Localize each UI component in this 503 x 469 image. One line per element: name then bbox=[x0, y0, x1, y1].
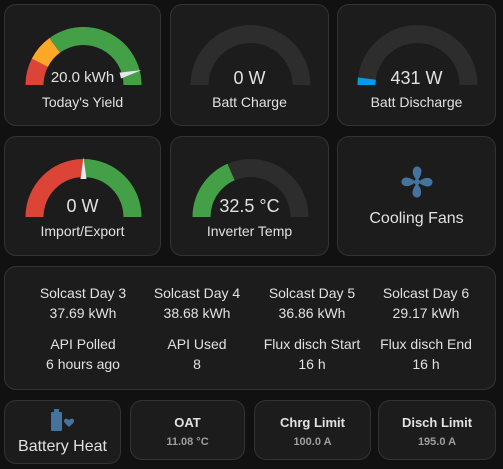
fan-icon bbox=[401, 166, 433, 198]
battery-heat-label: Battery Heat bbox=[18, 438, 107, 455]
batt-discharge-value: 431 W bbox=[390, 68, 443, 88]
stat-title: Solcast Day 3 bbox=[39, 285, 127, 301]
chip-oat[interactable]: OAT 11.08 °C bbox=[130, 400, 245, 460]
gauge-card-batt-discharge[interactable]: 431 W Batt Discharge bbox=[337, 4, 496, 126]
stat-value: 37.69 kWh bbox=[49, 305, 117, 321]
stat-value: 36.86 kWh bbox=[278, 305, 346, 321]
gauge-card-inverter-temp[interactable]: 32.5 °C Inverter Temp bbox=[170, 136, 329, 256]
chip-oat-title: OAT bbox=[174, 415, 201, 430]
chip-chrg-limit-title: Chrg Limit bbox=[280, 415, 345, 430]
stat-title: API Polled bbox=[50, 336, 116, 352]
import-export-label: Import/Export bbox=[40, 223, 125, 239]
chip-chrg-limit[interactable]: Chrg Limit 100.0 A bbox=[254, 400, 371, 460]
chip-disch-limit-title: Disch Limit bbox=[401, 415, 473, 430]
stat-value: 16 h bbox=[298, 356, 326, 372]
stat-value: 29.17 kWh bbox=[392, 305, 460, 321]
stat-value: 16 h bbox=[412, 356, 440, 372]
stat-title: Solcast Day 4 bbox=[153, 285, 241, 301]
chip-chrg-limit-value: 100.0 A bbox=[293, 436, 332, 448]
stat-flux-disch-start: Flux disch Start 16 h bbox=[253, 334, 371, 374]
gauge-card-import-export[interactable]: 0 W Import/Export bbox=[4, 136, 161, 256]
stat-title: Solcast Day 6 bbox=[382, 285, 470, 301]
batt-discharge-label: Batt Discharge bbox=[370, 94, 463, 110]
chip-disch-limit[interactable]: Disch Limit 195.0 A bbox=[378, 400, 496, 460]
stats-card: Solcast Day 3 37.69 kWh Solcast Day 4 38… bbox=[4, 266, 496, 390]
gauge-card-todays-yield[interactable]: 20.0 kWh Today's Yield bbox=[4, 4, 161, 126]
gauge-card-batt-charge[interactable]: 0 W Batt Charge bbox=[170, 4, 329, 126]
yield-value: 20.0 kWh bbox=[50, 69, 115, 86]
stat-value: 38.68 kWh bbox=[163, 305, 231, 321]
stat-solcast-day-6: Solcast Day 6 29.17 kWh bbox=[367, 283, 485, 323]
chip-oat-value: 11.08 °C bbox=[166, 436, 209, 448]
stat-title: Flux disch End bbox=[380, 336, 472, 352]
stat-flux-disch-end: Flux disch End 16 h bbox=[367, 334, 485, 374]
yield-label: Today's Yield bbox=[41, 94, 124, 110]
stat-solcast-day-3: Solcast Day 3 37.69 kWh bbox=[24, 283, 142, 323]
cooling-fans-label: Cooling Fans bbox=[369, 210, 464, 227]
stat-value: 8 bbox=[193, 356, 201, 372]
battery-heart-icon bbox=[51, 409, 74, 431]
stat-title: API Used bbox=[167, 336, 227, 352]
import-export-value: 0 W bbox=[66, 196, 99, 216]
stat-title: Solcast Day 5 bbox=[268, 285, 356, 301]
batt-charge-label: Batt Charge bbox=[212, 94, 287, 110]
stat-api-polled: API Polled 6 hours ago bbox=[24, 334, 142, 374]
stat-value: 6 hours ago bbox=[46, 356, 120, 372]
battery-heat-button[interactable]: Battery Heat bbox=[4, 400, 121, 464]
chip-disch-limit-value: 195.0 A bbox=[417, 436, 457, 448]
stat-solcast-day-4: Solcast Day 4 38.68 kWh bbox=[138, 283, 256, 323]
stat-api-used: API Used 8 bbox=[138, 334, 256, 374]
inverter-temp-value: 32.5 °C bbox=[219, 196, 280, 216]
stat-solcast-day-5: Solcast Day 5 36.86 kWh bbox=[253, 283, 371, 323]
inverter-temp-label: Inverter Temp bbox=[206, 223, 293, 239]
batt-charge-value: 0 W bbox=[233, 68, 266, 88]
stat-title: Flux disch Start bbox=[263, 336, 361, 352]
cooling-fans-button[interactable]: Cooling Fans bbox=[337, 136, 496, 256]
